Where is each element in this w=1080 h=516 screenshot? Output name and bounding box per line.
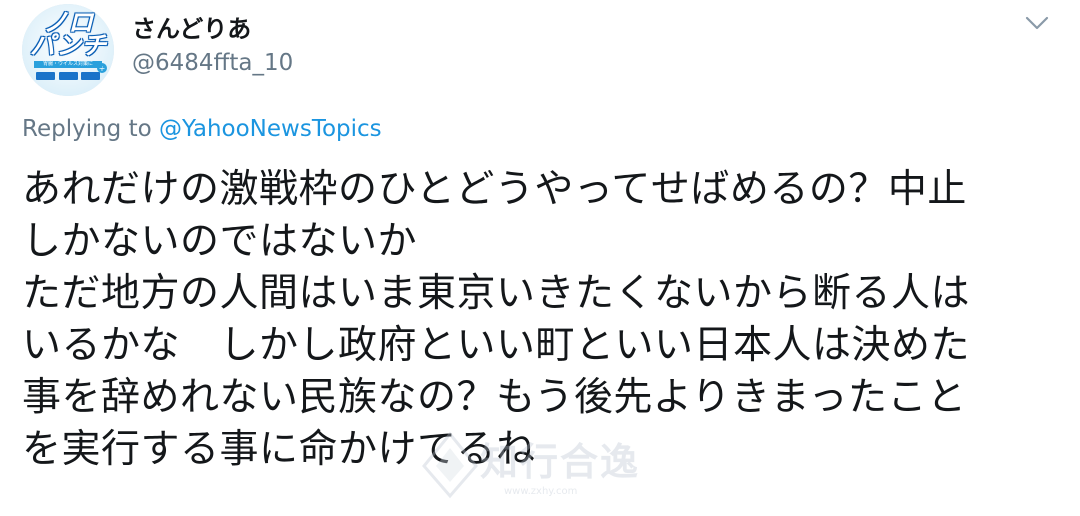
avatar-chip: [58, 72, 78, 80]
tweet-text-line: しかないのではないか: [22, 219, 418, 264]
tweet-text: あれだけの激戦枠のひとどうやってせばめるの？中止 しかないのではないか ただ地方…: [22, 164, 1062, 476]
tweet-text-line: を実行する事に命かけてるね: [22, 427, 536, 472]
tweet-text-line: 事を辞めれない民族なの？もう後先よりきまったこと: [22, 375, 967, 420]
reply-mention-link[interactable]: @YahooNewsTopics: [159, 116, 382, 142]
avatar-background: +: [22, 4, 114, 96]
chevron-down-icon: [1025, 16, 1049, 30]
replying-to: Replying to @YahooNewsTopics: [22, 114, 382, 144]
replying-to-label: Replying to: [22, 116, 159, 142]
avatar-logo-subtitle: 胃腸・ウイルス対策に: [34, 61, 102, 68]
avatar-logo-chips: [36, 72, 100, 80]
display-name[interactable]: さんどりあ: [132, 14, 251, 44]
tweet-menu-button[interactable]: [1022, 10, 1052, 36]
tweet-text-line: あれだけの激戦枠のひとどうやってせばめるの？中止: [22, 167, 967, 212]
tweet-text-line: いるかな しかし政府といい町といい日本人は決めた: [22, 323, 971, 368]
tweet-text-line: ただ地方の人間はいま東京いきたくないから断る人は: [22, 271, 971, 316]
avatar[interactable]: + ノロ パンチ 胃腸・ウイルス対策に: [22, 4, 114, 96]
user-handle[interactable]: @6484ffta_10: [132, 48, 293, 78]
avatar-chip: [36, 72, 55, 80]
avatar-chip: [81, 72, 100, 80]
tweet-card: + ノロ パンチ 胃腸・ウイルス対策に さんどりあ @6484ffta_10 R…: [0, 0, 1080, 516]
watermark-url: www.zxhy.com: [504, 486, 578, 497]
